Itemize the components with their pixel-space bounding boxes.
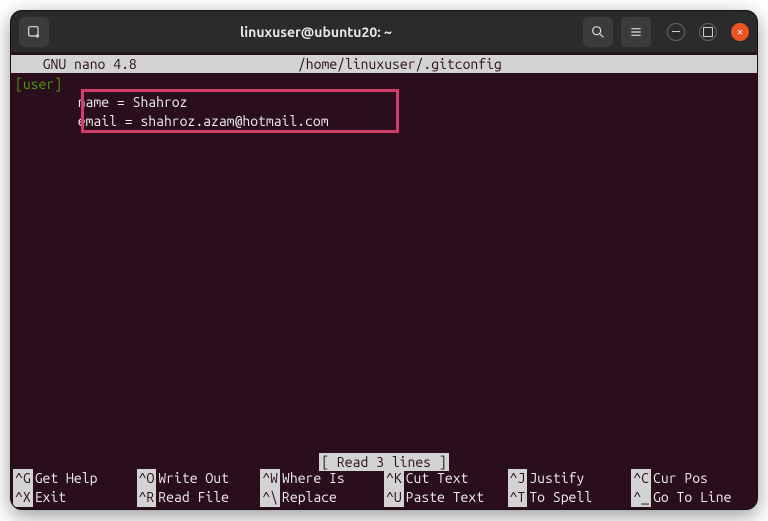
shortcut-write-out: ^O Write Out: [137, 469, 261, 488]
shortcut-read-file: ^R Read File: [137, 488, 261, 507]
titlebar: linuxuser@ubuntu20: ~: [11, 11, 757, 53]
terminal-body[interactable]: GNU nano 4.8 /home/linuxuser/.gitconfig …: [11, 53, 757, 509]
terminal-window: linuxuser@ubuntu20: ~ GNU nano 4.8 /home…: [10, 10, 758, 510]
menu-button[interactable]: [621, 17, 651, 47]
shortcut-get-help: ^G Get Help: [13, 469, 137, 488]
minimize-button[interactable]: [667, 23, 685, 41]
shortcut-go-to-line: ^_ Go To Line: [631, 488, 755, 507]
nano-app-name: GNU nano 4.8: [15, 55, 137, 73]
shortcut-replace: ^\ Replace: [260, 488, 384, 507]
close-button[interactable]: [731, 23, 749, 41]
shortcut-where-is: ^W Where Is: [260, 469, 384, 488]
shortcut-to-spell: ^T To Spell: [508, 488, 632, 507]
section-header: [user]: [15, 76, 62, 92]
file-content: [user] name = Shahroz email = shahroz.az…: [15, 75, 753, 130]
shortcut-exit: ^X Exit: [13, 488, 137, 507]
nano-file-path: /home/linuxuser/.gitconfig: [137, 55, 663, 73]
maximize-button[interactable]: [699, 23, 717, 41]
config-name-line: name = Shahroz: [15, 94, 187, 110]
shortcut-cut-text: ^K Cut Text: [384, 469, 508, 488]
window-title: linuxuser@ubuntu20: ~: [57, 24, 575, 40]
shortcut-paste-text: ^U Paste Text: [384, 488, 508, 507]
config-email-line: email = shahroz.azam@hotmail.com: [15, 113, 329, 129]
search-button[interactable]: [583, 17, 613, 47]
new-tab-button[interactable]: [19, 17, 49, 47]
nano-header: GNU nano 4.8 /home/linuxuser/.gitconfig: [11, 55, 757, 73]
nano-shortcuts: ^G Get Help ^O Write Out ^W Where Is ^K …: [11, 469, 757, 509]
shortcut-justify: ^J Justify: [508, 469, 632, 488]
shortcut-cur-pos: ^C Cur Pos: [631, 469, 755, 488]
window-controls: [667, 23, 749, 41]
